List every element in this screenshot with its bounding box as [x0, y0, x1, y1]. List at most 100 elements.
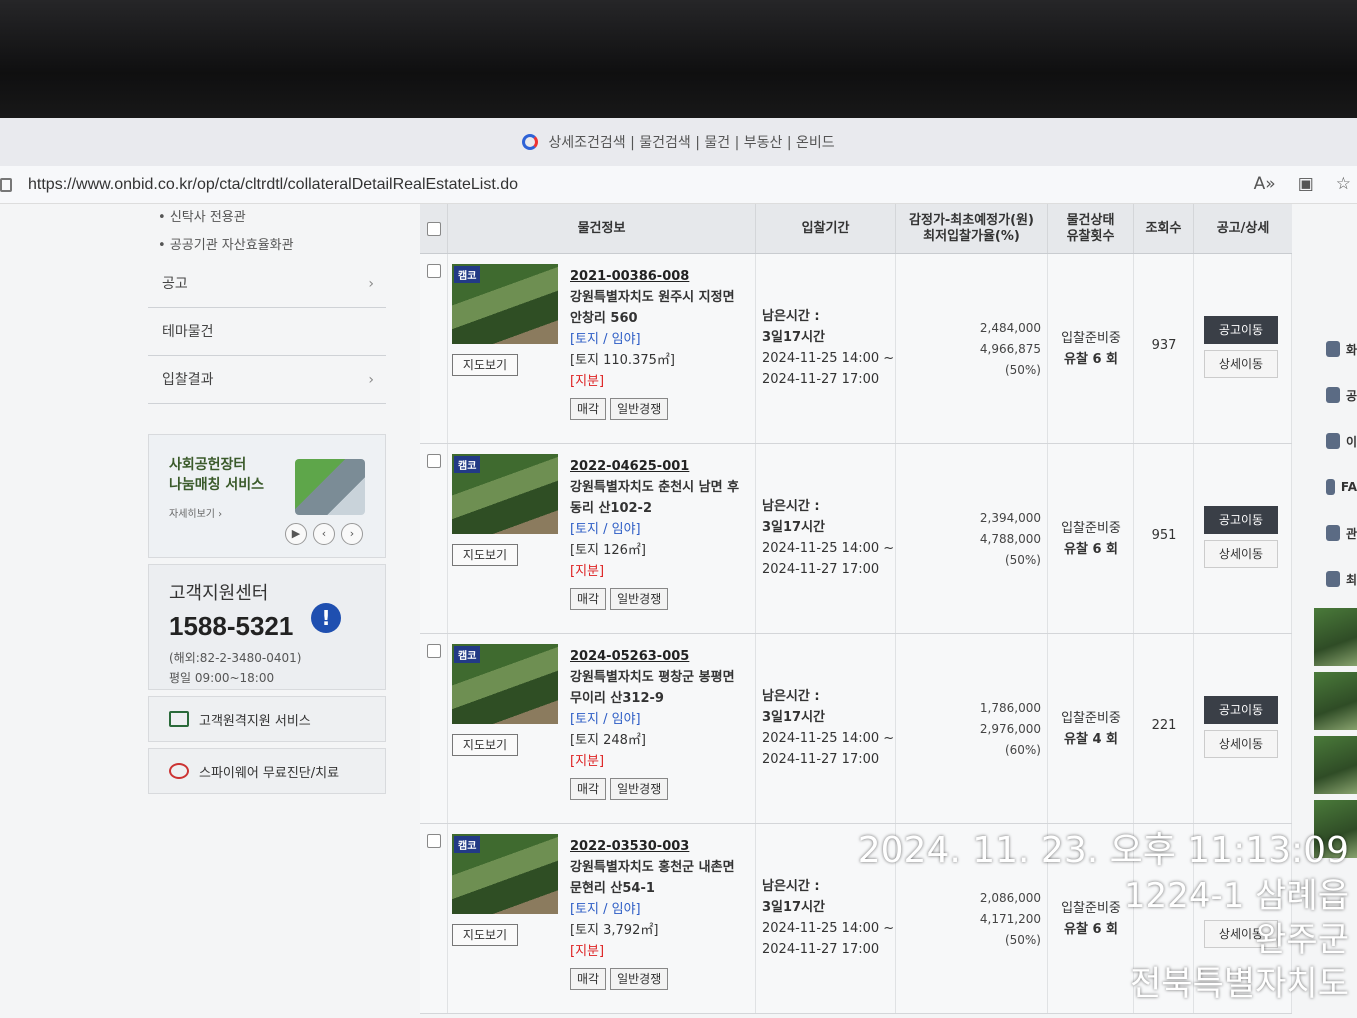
quick-icon [1326, 433, 1340, 449]
quick-item[interactable]: 화 [1314, 326, 1357, 372]
go-notice-button[interactable]: 공고이동 [1204, 696, 1278, 724]
bid-period-cell: 남은시간 : 3일17시간 2024-11-25 14:00 ~ 2024-11-27… [756, 254, 896, 443]
item-address: 강원특별자치도 평창군 봉평면 무이리 산312-9 [570, 670, 735, 706]
sidebar-item-notice[interactable]: 공고 › [148, 260, 386, 308]
recent-thumbnail[interactable] [1314, 608, 1357, 666]
support-hours: 평일 09:00~18:00 [169, 671, 275, 685]
promo-banner[interactable]: 사회공헌장터 나눔매칭 서비스 자세히보기 › ▶ ‹ › [148, 434, 386, 558]
recent-thumbnail[interactable] [1314, 672, 1357, 730]
minimum-price: 4,788,000 [979, 532, 1041, 546]
item-photo[interactable]: 캠코 [452, 644, 558, 724]
quick-item[interactable]: FA [1314, 464, 1357, 510]
map-view-button[interactable]: 지도보기 [452, 924, 518, 946]
row-checkbox[interactable] [426, 454, 441, 468]
select-all-checkbox[interactable] [426, 221, 441, 236]
item-area: [토지 110.375㎡] [570, 353, 675, 368]
map-view-button[interactable]: 지도보기 [452, 734, 518, 756]
chevron-right-icon: › [368, 276, 374, 292]
item-address: 강원특별자치도 홍천군 내촌면 문현리 산54-1 [570, 860, 735, 896]
item-area: [토지 3,792㎡] [570, 923, 659, 938]
map-view-button[interactable]: 지도보기 [452, 354, 518, 376]
chevron-right-icon: › [368, 372, 374, 388]
quick-item[interactable]: 최 [1314, 556, 1357, 602]
fail-count: 유찰 6 회 [1064, 352, 1118, 367]
item-category: [토지 / 임야] [570, 522, 641, 537]
sale-type-tag: 매각 [570, 968, 607, 990]
bid-period-cell: 남은시간 : 3일17시간 2024-11-25 14:00 ~ 2024-11-27… [756, 444, 896, 633]
go-detail-button[interactable]: 상세이동 [1204, 540, 1278, 568]
appraisal-price: 1,786,000 [979, 701, 1041, 715]
view-count: 937 [1151, 338, 1177, 353]
table-row: 캠코 지도보기 2021-00386-008 강원특별자치도 원주시 지정면 안창리 … [420, 254, 1292, 444]
sidebar-item-theme[interactable]: 테마물건 [148, 308, 386, 356]
actions-cell: 공고이동상세이동 [1194, 634, 1292, 823]
item-category: [토지 / 임야] [570, 712, 641, 727]
go-notice-button[interactable]: 공고이동 [1204, 316, 1278, 344]
item-id-link[interactable]: 2024-05263-005 [570, 646, 750, 667]
remote-support-icon [169, 711, 189, 727]
sidebar-item-results[interactable]: 입찰결과 › [148, 356, 386, 404]
status-cell: 입찰준비중 유찰 6 회 [1048, 444, 1134, 633]
bid-start: 2024-11-25 14:00 ~ [762, 351, 895, 366]
bid-type-tag: 일반경쟁 [610, 588, 669, 610]
remote-support-button[interactable]: 고객원격지원 서비스 [148, 696, 386, 742]
next-icon[interactable]: › [341, 523, 363, 545]
banner-controls: ▶ ‹ › [285, 523, 363, 545]
min-rate: (50%) [1004, 553, 1041, 567]
appraisal-price: 2,394,000 [979, 511, 1041, 525]
header-actions: 공고/상세 [1216, 220, 1270, 236]
kamco-badge: 캠코 [454, 456, 481, 473]
support-overseas: (해외:82-2-3480-0401) [169, 651, 302, 665]
views-cell: 221 [1134, 634, 1194, 823]
play-icon[interactable]: ▶ [285, 523, 307, 545]
monitor-bezel [0, 0, 1357, 122]
sale-type-tag: 매각 [570, 588, 607, 610]
sidebar-sub-link[interactable]: • 신탁사 전용관 [148, 204, 386, 232]
go-notice-button[interactable]: 공고이동 [1204, 506, 1278, 534]
item-id-link[interactable]: 2021-00386-008 [570, 266, 750, 287]
row-checkbox[interactable] [426, 644, 441, 658]
recent-thumbnail[interactable] [1314, 736, 1357, 794]
quick-item[interactable]: 이 [1314, 418, 1357, 464]
quick-item[interactable]: 공 [1314, 372, 1357, 418]
view-count: 221 [1151, 718, 1177, 733]
url-text[interactable]: https://www.onbid.co.kr/op/cta/cltrdtl/c… [28, 176, 518, 194]
spyware-check-button[interactable]: 스파이웨어 무료진단/치료 [148, 748, 386, 794]
go-detail-button[interactable]: 상세이동 [1204, 350, 1278, 378]
tab-bar[interactable]: 상세조건검색 | 물건검색 | 물건 | 부동산 | 온비드 [0, 118, 1357, 166]
exclamation-icon: ! [311, 603, 341, 633]
row-checkbox[interactable] [426, 834, 441, 848]
overlay-address-line: 전북특별자치도 [1130, 964, 1349, 1004]
quick-item[interactable]: 관 [1314, 510, 1357, 556]
item-photo[interactable]: 캠코 [452, 834, 558, 914]
camera-timestamp-overlay: 2024. 11. 23. 오후 11:13:09 1224-1 삼례읍 완주군… [858, 828, 1349, 1006]
item-photo[interactable]: 캠코 [452, 264, 558, 344]
remaining-time: 3일17시간 [762, 710, 826, 725]
address-bar[interactable]: https://www.onbid.co.kr/op/cta/cltrdtl/c… [0, 166, 1357, 204]
reader-view-icon[interactable]: ▣ [1298, 174, 1314, 194]
read-aloud-icon[interactable]: A» [1254, 174, 1276, 194]
item-photo[interactable]: 캠코 [452, 454, 558, 534]
bid-end: 2024-11-27 17:00 [762, 752, 880, 767]
price-cell: 1,786,000 2,976,000 (60%) [896, 634, 1048, 823]
item-id-link[interactable]: 2022-03530-003 [570, 836, 750, 857]
views-cell: 937 [1134, 254, 1194, 443]
left-sidebar: • 신탁사 전용관 • 공공기관 자산효율화관 공고 › 테마물건 입찰결과 ›… [148, 204, 386, 794]
bid-type-tag: 일반경쟁 [610, 398, 669, 420]
support-title: 고객지원센터 [169, 583, 269, 604]
prev-icon[interactable]: ‹ [313, 523, 335, 545]
item-id-link[interactable]: 2022-04625-001 [570, 456, 750, 477]
favorite-star-icon[interactable]: ☆ [1336, 174, 1351, 194]
go-detail-button[interactable]: 상세이동 [1204, 730, 1278, 758]
quick-icon [1326, 525, 1340, 541]
item-info-cell: 캠코 지도보기 2022-04625-001 강원특별자치도 춘천시 남면 후동리 산… [448, 444, 756, 633]
remaining-time: 3일17시간 [762, 330, 826, 345]
row-checkbox[interactable] [426, 264, 441, 278]
map-view-button[interactable]: 지도보기 [452, 544, 518, 566]
lock-icon [0, 177, 12, 192]
customer-support-box: 고객지원센터 1588-5321 (해외:82-2-3480-0401) 평일 … [148, 564, 386, 690]
views-cell: 951 [1134, 444, 1194, 633]
item-status: 입찰준비중 [1061, 521, 1121, 536]
remaining-label: 남은시간 : [762, 499, 820, 514]
sidebar-sub-link[interactable]: • 공공기관 자산효율화관 [148, 232, 386, 260]
